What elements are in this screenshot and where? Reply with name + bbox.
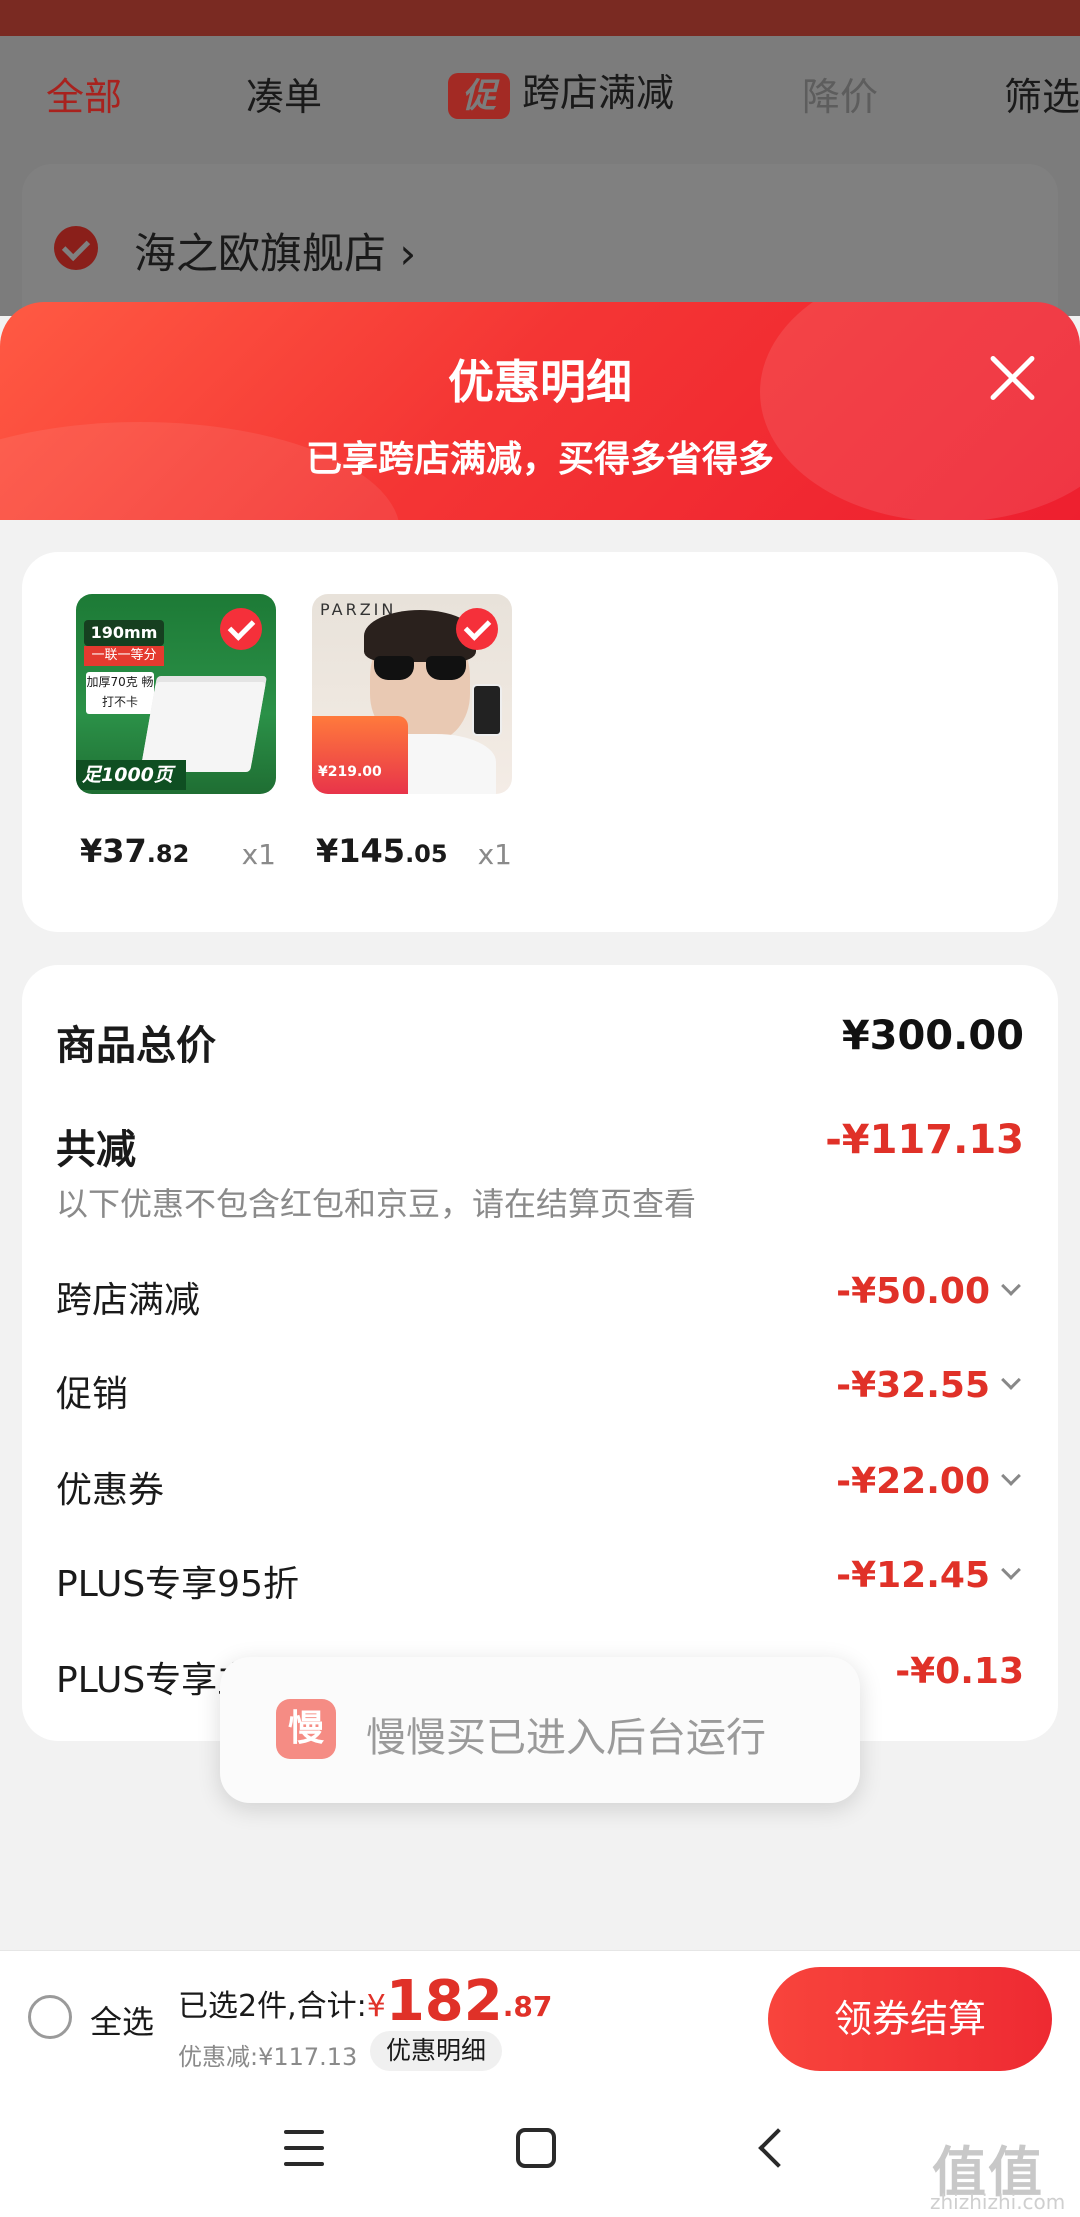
- tab-cross-store[interactable]: 促跨店满减: [448, 62, 674, 119]
- product-thumbnail[interactable]: PARZIN ¥219.00: [312, 594, 512, 794]
- store-name[interactable]: 海之欧旗舰店 ›: [134, 220, 416, 281]
- toast-message: 慢慢买已进入后台运行: [366, 1715, 766, 1761]
- tab-cross-store-label: 跨店满减: [522, 71, 675, 115]
- select-all-label[interactable]: 全选: [90, 1997, 154, 2043]
- status-strip: [0, 0, 1080, 36]
- paper-stack-image: [140, 682, 266, 772]
- product-thumbnail[interactable]: 190mm 一联一等分 加厚70克 畅打不卡 足1000页: [76, 594, 276, 794]
- watermark-url: zhizhizhi.com: [930, 2190, 1066, 2214]
- chevron-down-icon[interactable]: [1001, 1276, 1021, 1296]
- total-price-label: 商品总价: [56, 1023, 216, 1069]
- discount-item-label: 优惠券: [56, 1470, 165, 1511]
- discount-summary-text: 优惠减:¥117.13: [178, 2043, 358, 2071]
- discount-item-label: 跨店满减: [56, 1280, 201, 1321]
- sheet-header: 优惠明细 已享跨店满减，买得多省得多: [0, 302, 1080, 522]
- total-reduction-value: -¥117.13: [825, 1117, 1024, 1163]
- discount-summary-card: 商品总价 ¥300.00 共减 -¥117.13 以下优惠不包含红包和京豆，请在…: [22, 965, 1058, 1741]
- checkout-bar: 全选 已选2件,合计:¥182.87 优惠减:¥117.13 优惠明细 领券结算: [0, 1950, 1080, 2086]
- tab-filter[interactable]: 筛选: [1004, 66, 1080, 121]
- thumb-promo-panel: ¥219.00: [312, 716, 408, 794]
- sheet-title: 优惠明细: [448, 355, 632, 409]
- thumb-tag: 190mm: [84, 620, 164, 646]
- thumb-tag: 足1000页: [76, 760, 186, 790]
- price-integer: ¥37: [80, 832, 147, 870]
- discount-amount: -¥50.00: [836, 1271, 990, 1312]
- tab-all[interactable]: 全部: [46, 66, 122, 121]
- checkout-button[interactable]: 领券结算: [768, 1967, 1052, 2071]
- product-quantity: x1: [477, 838, 512, 871]
- home-icon[interactable]: [516, 2128, 556, 2168]
- thumb-tag: 一联一等分: [84, 646, 164, 666]
- menu-icon[interactable]: [284, 2130, 324, 2166]
- sunglasses-image: [374, 656, 466, 682]
- total-reduction-label: 共减: [56, 1127, 136, 1173]
- discount-item-value[interactable]: -¥12.45: [836, 1555, 1024, 1596]
- selected-count-text: 已选2件,合计:: [178, 1989, 367, 2024]
- discount-item-value[interactable]: -¥32.55: [836, 1365, 1024, 1406]
- discount-item-value[interactable]: -¥50.00: [836, 1271, 1024, 1312]
- system-nav-bar: [0, 2086, 1080, 2217]
- discount-detail-button[interactable]: 优惠明细: [370, 2031, 503, 2071]
- selection-total: 已选2件,合计:¥182.87: [178, 1969, 552, 2034]
- discount-amount: -¥32.55: [836, 1365, 990, 1406]
- products-card: 190mm 一联一等分 加厚70克 畅打不卡 足1000页 ¥37.82 x1 …: [22, 552, 1058, 932]
- close-icon[interactable]: [986, 352, 1038, 404]
- total-integer: 182: [385, 1969, 503, 2034]
- price-decimal: .82: [146, 840, 190, 868]
- store-check-icon[interactable]: [54, 226, 98, 270]
- discount-item-label: PLUS专享95折: [56, 1564, 299, 1605]
- discount-item-value: -¥0.13: [895, 1651, 1024, 1692]
- discount-item-label: 促销: [56, 1374, 129, 1415]
- discount-amount: -¥22.00: [836, 1461, 990, 1502]
- product-quantity: x1: [241, 838, 276, 871]
- discount-note: 以下优惠不包含红包和京豆，请在结算页查看: [56, 1185, 697, 1223]
- back-icon[interactable]: [758, 2128, 798, 2168]
- total-price-value: ¥300.00: [841, 1013, 1024, 1059]
- currency-symbol: ¥: [366, 1989, 386, 2024]
- thumb-tag: 加厚70克 畅打不卡: [86, 672, 154, 714]
- background-run-toast: 慢 慢慢买已进入后台运行: [220, 1657, 860, 1803]
- product-price: ¥145.05: [316, 832, 448, 870]
- check-icon: [220, 608, 262, 650]
- product-price: ¥37.82: [80, 832, 189, 870]
- total-decimal: .87: [502, 1990, 553, 2023]
- price-integer: ¥145: [316, 832, 406, 870]
- check-icon: [456, 608, 498, 650]
- sheet-subtitle: 已享跨店满减，买得多省得多: [305, 439, 774, 480]
- header-decoration: [760, 302, 1080, 522]
- phone-image: [472, 684, 502, 736]
- thumb-price: ¥219.00: [318, 764, 382, 780]
- chevron-down-icon[interactable]: [1001, 1466, 1021, 1486]
- select-all-radio[interactable]: [28, 1995, 72, 2039]
- promo-badge-icon: 促: [448, 72, 510, 119]
- tab-price-drop[interactable]: 降价: [802, 66, 878, 121]
- price-decimal: .05: [405, 840, 448, 868]
- chevron-down-icon[interactable]: [1001, 1560, 1021, 1580]
- discount-item-value[interactable]: -¥22.00: [836, 1461, 1024, 1502]
- discount-amount: -¥12.45: [836, 1555, 990, 1596]
- chevron-down-icon[interactable]: [1001, 1370, 1021, 1390]
- app-icon: 慢: [276, 1699, 336, 1759]
- tab-bundle[interactable]: 凑单: [246, 66, 322, 121]
